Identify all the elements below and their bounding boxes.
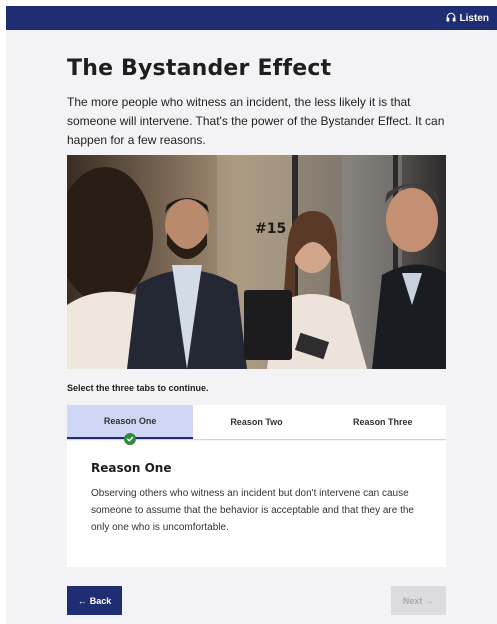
tab-label: Reason One	[103, 416, 157, 426]
panel-body: Observing others who witness an incident…	[91, 488, 414, 533]
arrow-right-icon: →	[425, 595, 435, 606]
tab-label: Reason Three	[353, 417, 413, 427]
panel-title: Reason One	[91, 461, 172, 475]
reason-tabs: Reason One Reason Two Reason Three	[67, 405, 446, 445]
tab-label: Reason Two	[230, 417, 283, 427]
page-title: The Bystander Effect	[67, 56, 332, 81]
tab-reason-two[interactable]: Reason Two	[193, 405, 319, 439]
office-photo: #15	[67, 155, 446, 369]
checkmark-icon	[124, 433, 137, 445]
listen-label: Listen	[459, 12, 489, 24]
back-label: Back	[89, 595, 112, 606]
tab-panel: Reason One Observing others who witness …	[67, 441, 446, 567]
intro-text: The more people who witness an incident,…	[67, 95, 445, 147]
headphones-icon	[445, 12, 456, 25]
next-button[interactable]: Next →	[391, 586, 446, 615]
next-label: Next	[402, 595, 423, 606]
listen-button[interactable]: Listen	[445, 6, 489, 30]
tab-reason-three[interactable]: Reason Three	[320, 405, 446, 439]
back-button[interactable]: ← Back	[67, 586, 122, 615]
tab-reason-one[interactable]: Reason One	[67, 405, 194, 445]
instruction-text: Select the three tabs to continue.	[67, 383, 209, 393]
arrow-left-icon: ←	[77, 595, 87, 606]
top-bar: Listen	[6, 6, 497, 30]
page-frame: Listen The Bystander Effect The more peo…	[6, 6, 497, 624]
door-sign-text: #15	[255, 221, 286, 237]
office-illustration: #15	[67, 155, 446, 369]
